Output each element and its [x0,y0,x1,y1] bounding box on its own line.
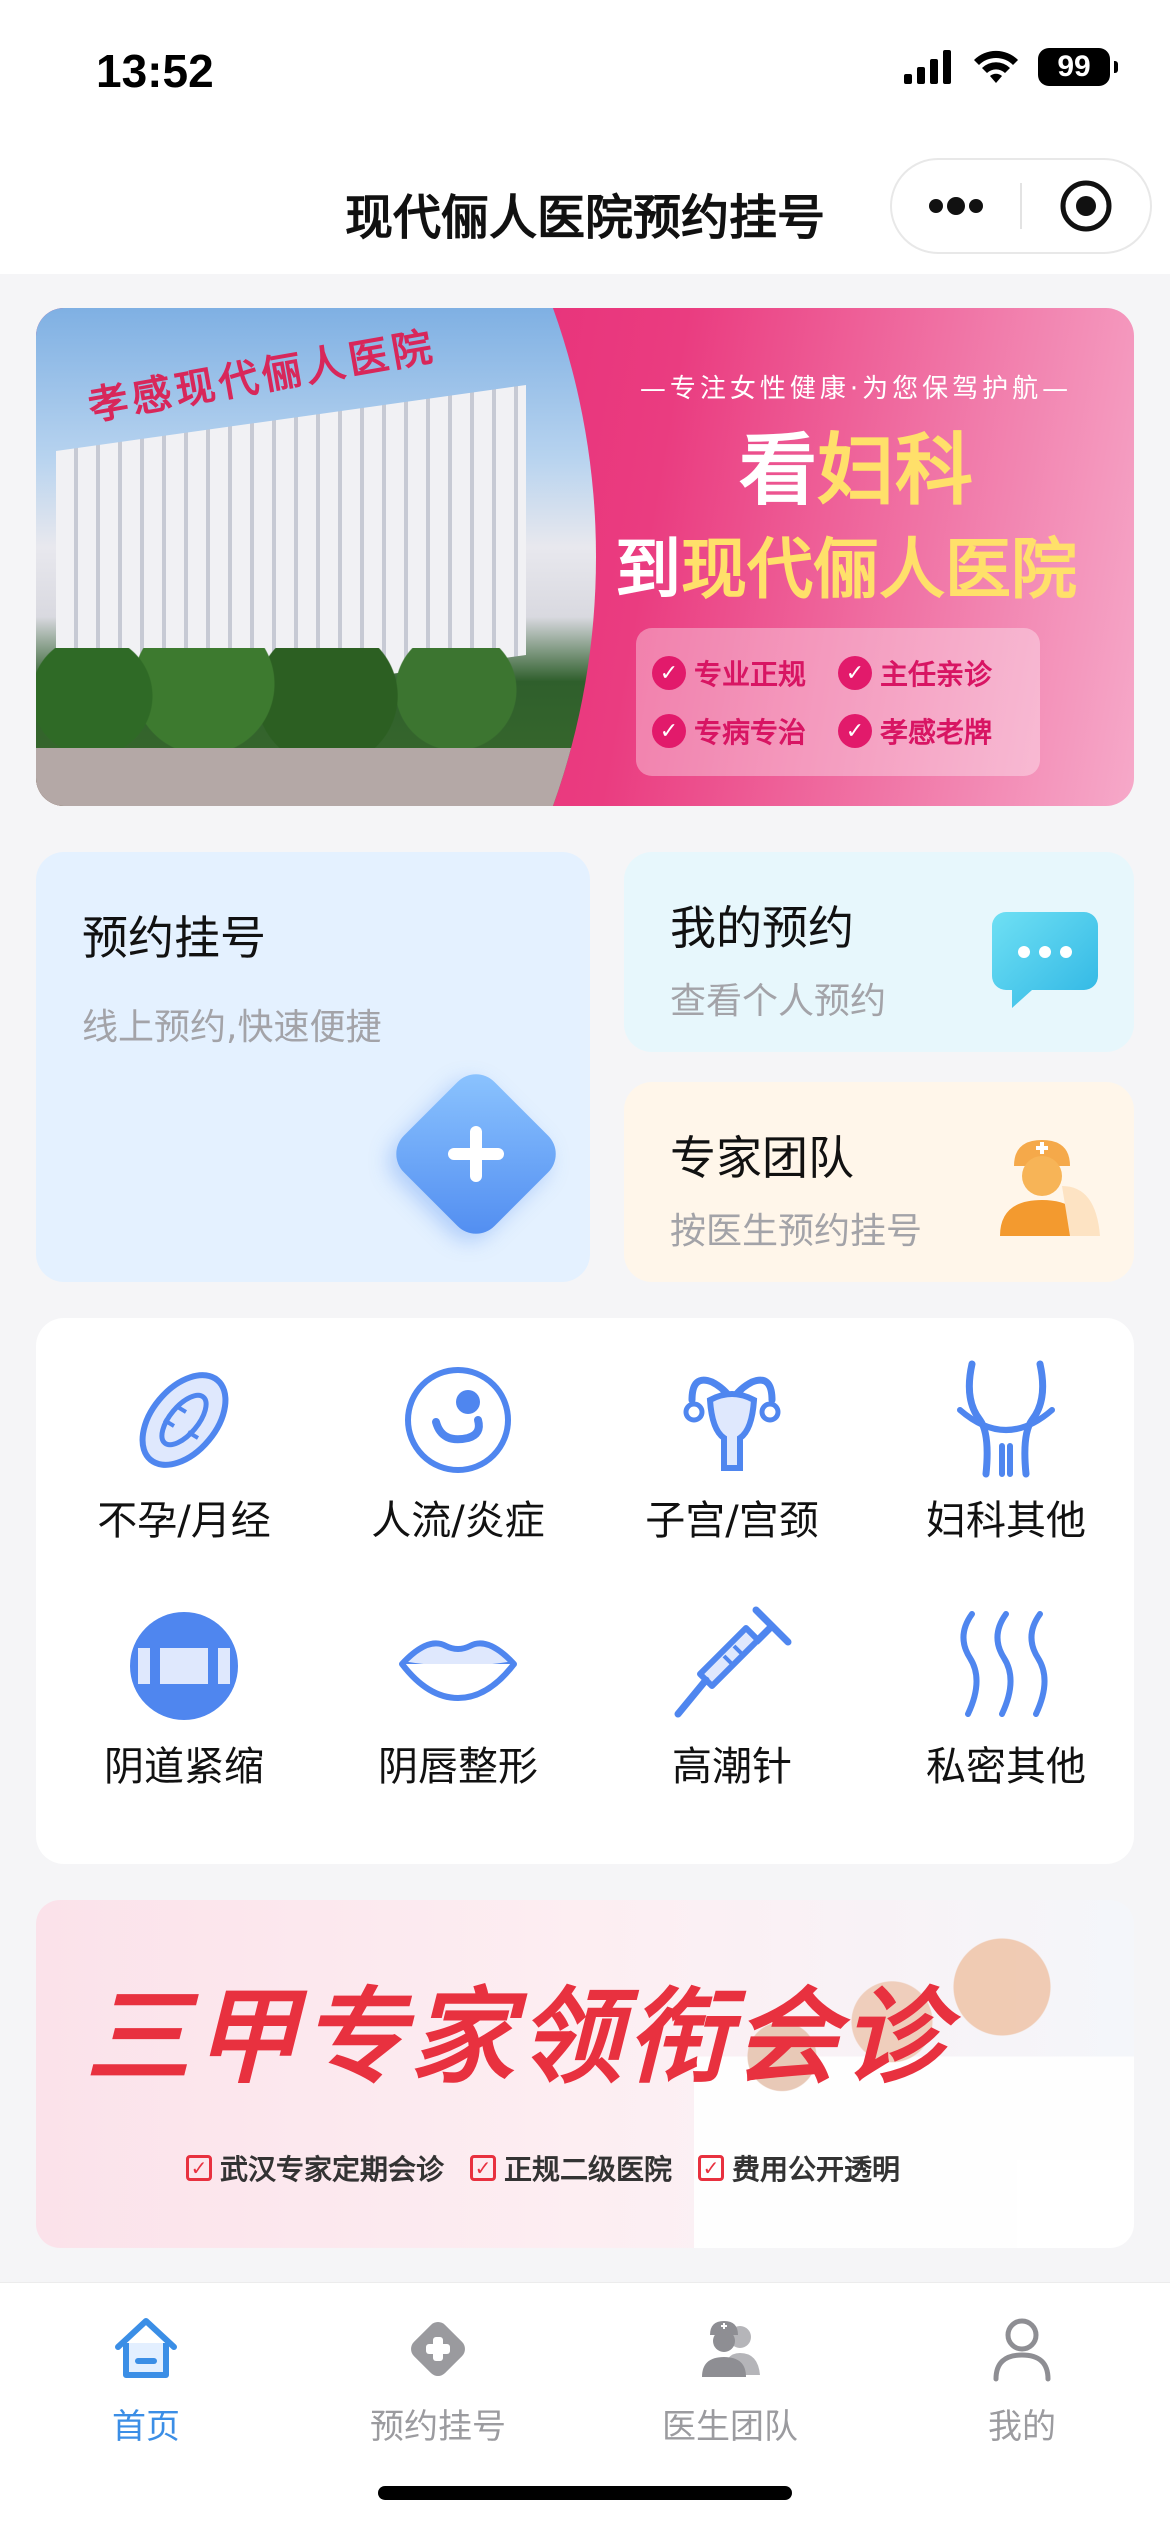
user-icon [993,2318,1051,2382]
my-appointments-card[interactable]: 我的预约 查看个人预约 [624,852,1134,1052]
syringe-icon [674,1606,792,1718]
add-appointment-button[interactable] [385,1063,567,1245]
plus-icon [448,1126,504,1182]
banner2-point: ✓ 费用公开透明 [698,2148,900,2188]
nav-bar: 现代俪人医院预约挂号 [0,150,1170,274]
card-subtitle: 线上预约,快速便捷 [82,1007,382,1048]
card-title: 我的预约 [670,901,854,955]
tighten-icon [130,1612,238,1720]
miniprogram-capsule [890,158,1152,254]
category-label: 高潮针 [672,1744,792,1790]
tab-label: 预约挂号 [370,2407,506,2447]
home-indicator [378,2486,792,2500]
card-subtitle: 查看个人预约 [670,981,887,1022]
status-time: 13:52 [96,45,214,97]
signal-icon [904,50,951,84]
banner2-headline: 三甲专家领衔会诊 [86,1975,951,2098]
category-label: 不孕/月经 [97,1498,271,1544]
category-uterus[interactable]: 子宫/宫颈 [602,1340,862,1570]
category-label: 子宫/宫颈 [645,1498,819,1544]
expert-consultation-banner[interactable]: 三甲专家领衔会诊 ✓ 武汉专家定期会诊 ✓ 正规二级医院 ✓ 费用公开透明 [36,1900,1134,2248]
tab-label: 我的 [988,2407,1056,2447]
expert-team-card[interactable]: 专家团队 按医生预约挂号 [624,1082,1134,1282]
banner-tag: ✓ 主任亲诊 [838,653,1024,693]
doctors-icon [702,2321,760,2377]
check-icon: ✓ [838,714,872,748]
category-vaginal-tightening[interactable]: 阴道紧缩 [54,1586,314,1816]
banner-tag: ✓ 专病专治 [652,711,838,751]
category-abortion[interactable]: 人流/炎症 [328,1340,588,1570]
fetus-icon [405,1367,511,1473]
category-label: 阴道紧缩 [104,1744,264,1790]
status-bar: 13:52 99 [0,0,1170,150]
tab-home[interactable]: 首页 [0,2303,292,2453]
tab-label: 医生团队 [662,2407,798,2447]
hospital-banner[interactable]: 孝感现代俪人医院 —专注女性健康·为您保驾护航— 看妇科 到现代俪人医院 ✓ 专业… [36,308,1134,806]
banner-tagline: —专注女性健康·为您保驾护航— [639,374,1073,404]
card-title: 专家团队 [670,1131,854,1185]
street [36,748,596,806]
book-appointment-card[interactable]: 预约挂号 线上预约,快速便捷 [36,852,590,1282]
banner2-point: ✓ 武汉专家定期会诊 [186,2148,444,2188]
checkbox-icon: ✓ [470,2155,497,2181]
medical-cross-icon [411,2322,465,2376]
banner-tags: ✓ 专业正规 ✓ 主任亲诊 ✓ 专病专治 ✓ 孝感老牌 [636,628,1040,776]
checkbox-icon: ✓ [698,2155,725,2181]
lips-icon [399,1640,517,1701]
tab-profile[interactable]: 我的 [876,2303,1168,2453]
tab-label: 首页 [112,2407,180,2447]
category-label: 妇科其他 [926,1498,1086,1544]
checkbox-icon: ✓ [186,2155,212,2181]
uterus-icon [683,1376,781,1471]
tab-doctors[interactable]: 医生团队 [584,2303,876,2453]
more-button[interactable] [892,158,1020,254]
status-icons: 99 [904,48,1118,86]
tab-appointment[interactable]: 预约挂号 [292,2303,584,2453]
check-icon: ✓ [652,656,686,690]
card-subtitle: 按医生预约挂号 [670,1211,923,1252]
pelvis-icon [957,1360,1055,1478]
wifi-icon [974,50,1018,83]
doctor-icon [1000,1140,1100,1236]
chat-bubble-icon [992,912,1098,1008]
check-icon: ✓ [838,656,872,690]
category-label: 阴唇整形 [378,1744,538,1790]
waves-icon [960,1611,1048,1717]
category-labiaplasty[interactable]: 阴唇整形 [328,1586,588,1816]
category-gynecology-other[interactable]: 妇科其他 [876,1340,1136,1570]
category-label: 私密其他 [926,1744,1086,1790]
check-icon: ✓ [652,714,686,748]
banner-tag: ✓ 专业正规 [652,653,838,693]
more-dots-icon [929,197,983,215]
hospital-photo: 孝感现代俪人医院 [36,308,596,806]
department-grid: 不孕/月经 人流/炎症 子宫/宫颈 妇科其他 阴道紧缩 阴唇整形 高潮针 私密其… [36,1318,1134,1864]
category-label: 人流/炎症 [371,1498,545,1544]
banner2-point: ✓ 正规二级医院 [470,2148,672,2188]
home-icon [115,2318,177,2378]
battery-icon: 99 [1038,48,1118,86]
banner-headline-2: 到现代俪人医院 [615,530,1077,608]
category-private-other[interactable]: 私密其他 [876,1586,1136,1816]
banner2-points: ✓ 武汉专家定期会诊 ✓ 正规二级医院 ✓ 费用公开透明 [186,2148,900,2188]
close-miniprogram-button[interactable] [1022,158,1150,254]
sanitary-pad-icon [139,1372,229,1468]
banner-headline: 看妇科 [738,425,974,516]
category-injection[interactable]: 高潮针 [602,1586,862,1816]
category-infertility[interactable]: 不孕/月经 [54,1340,314,1570]
target-icon [1060,180,1112,232]
card-title: 预约挂号 [82,911,266,965]
banner-tag: ✓ 孝感老牌 [838,711,1024,751]
